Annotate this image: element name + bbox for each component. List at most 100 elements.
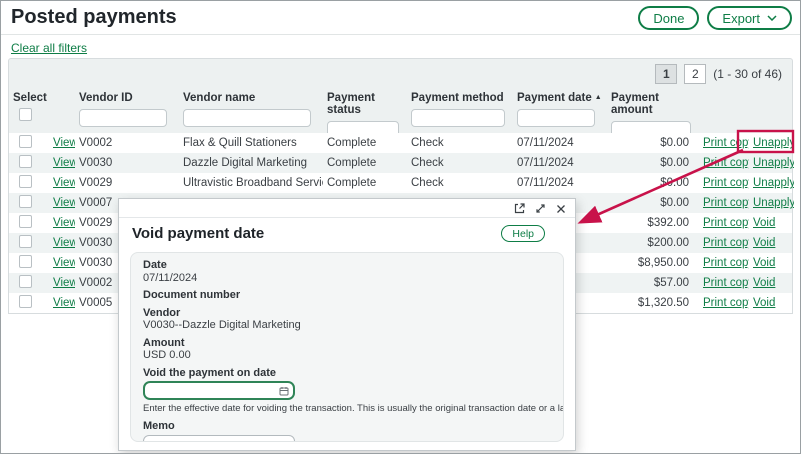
print-copy-link-cell: Print copy <box>699 297 749 309</box>
vendor-value: V0030--Dazzle Digital Marketing <box>143 319 551 332</box>
vendor-id: V0029 <box>79 177 112 189</box>
view-link[interactable]: View <box>53 297 75 309</box>
row-action-link-cell: Unapply <box>749 157 794 169</box>
print-copy-link[interactable]: Print copy <box>703 237 749 249</box>
print-copy-link-cell: Print copy <box>699 137 749 149</box>
close-icon[interactable] <box>556 204 566 214</box>
payment-amount-cell: $0.00 <box>607 177 699 189</box>
void-payment-date-dialog: Void payment date Help Date 07/11/2024 D… <box>118 198 576 451</box>
view-link[interactable]: View <box>53 237 75 249</box>
row-checkbox[interactable] <box>19 215 32 228</box>
document-number-label: Document number <box>143 289 551 302</box>
row-action-link[interactable]: Void <box>753 297 775 309</box>
view-link[interactable]: View <box>53 177 75 189</box>
row-action-link[interactable]: Unapply <box>753 177 794 189</box>
calendar-icon[interactable] <box>279 386 289 396</box>
print-copy-link-cell: Print copy <box>699 277 749 289</box>
row-select-cell <box>9 235 49 251</box>
row-checkbox[interactable] <box>19 295 32 308</box>
vendor-id-cell: V0029 <box>75 177 179 189</box>
view-link[interactable]: View <box>53 137 75 149</box>
print-copy-link[interactable]: Print copy <box>703 217 749 229</box>
table-row: ViewV0002Flax & Quill Stationers Complete… <box>9 133 792 153</box>
print-copy-link[interactable]: Print copy <box>703 197 749 209</box>
date-value: 07/11/2024 <box>143 272 551 285</box>
vendor-id-cell: V0002 <box>75 137 179 149</box>
clear-all-filters-link[interactable]: Clear all filters <box>11 41 87 55</box>
payment-amount-column-label: Payment amount <box>611 92 659 116</box>
page-1-button[interactable]: 1 <box>655 64 677 84</box>
print-copy-link[interactable]: Print copy <box>703 157 749 169</box>
vendor-id-filter-input[interactable] <box>79 109 167 127</box>
void-date-field: Void the payment on date Enter the effec… <box>143 367 551 416</box>
view-link-cell: View <box>49 217 75 229</box>
row-checkbox[interactable] <box>19 195 32 208</box>
row-checkbox[interactable] <box>19 155 32 168</box>
payment-amount-cell: $8,950.00 <box>607 257 699 269</box>
payment-status: Complete <box>327 177 376 189</box>
done-button[interactable]: Done <box>638 6 699 30</box>
vendor-name-filter-input[interactable] <box>183 109 311 127</box>
row-action-link[interactable]: Void <box>753 237 775 249</box>
print-copy-link-cell: Print copy <box>699 157 749 169</box>
chevron-down-icon <box>767 15 777 21</box>
payment-date-filter-input[interactable] <box>517 109 595 127</box>
row-action-link[interactable]: Unapply <box>753 197 794 209</box>
payment-status-cell: Complete <box>323 157 407 169</box>
row-action-link-cell: Void <box>749 217 794 229</box>
print-copy-link[interactable]: Print copy <box>703 137 749 149</box>
maximize-icon[interactable] <box>535 203 546 214</box>
view-link[interactable]: View <box>53 277 75 289</box>
payment-date-cell: 07/11/2024 <box>513 137 607 149</box>
row-action-link[interactable]: Void <box>753 257 775 269</box>
payment-date-column-label: Payment date <box>517 92 592 104</box>
row-action-link[interactable]: Unapply <box>753 137 794 149</box>
payment-amount-cell: $0.00 <box>607 137 699 149</box>
row-checkbox[interactable] <box>19 255 32 268</box>
row-action-link[interactable]: Void <box>753 217 775 229</box>
payment-amount: $0.00 <box>660 177 689 189</box>
popout-icon[interactable] <box>514 203 525 214</box>
print-copy-link[interactable]: Print copy <box>703 297 749 309</box>
payment-amount: $57.00 <box>654 277 689 289</box>
payment-method-filter-input[interactable] <box>411 109 505 127</box>
payment-amount: $392.00 <box>647 217 689 229</box>
row-action-link[interactable]: Void <box>753 277 775 289</box>
print-copy-link[interactable]: Print copy <box>703 257 749 269</box>
print-copy-link[interactable]: Print copy <box>703 177 749 189</box>
vendor-name-column-label: Vendor name <box>183 92 255 104</box>
vendor-name-cell: Flax & Quill Stationers <box>179 137 323 149</box>
payment-status: Complete <box>327 137 376 149</box>
row-action-link-cell: Void <box>749 237 794 249</box>
row-action-link[interactable]: Unapply <box>753 157 794 169</box>
row-checkbox[interactable] <box>19 175 32 188</box>
column-payment-date[interactable]: Payment date▲ <box>513 90 607 139</box>
view-link[interactable]: View <box>53 157 75 169</box>
view-link[interactable]: View <box>53 217 75 229</box>
row-select-cell <box>9 275 49 291</box>
select-all-checkbox[interactable] <box>19 108 32 121</box>
export-button[interactable]: Export <box>707 6 792 30</box>
row-action-link-cell: Unapply <box>749 197 794 209</box>
view-link[interactable]: View <box>53 197 75 209</box>
view-link-cell: View <box>49 297 75 309</box>
help-button[interactable]: Help <box>501 225 545 242</box>
view-link[interactable]: View <box>53 257 75 269</box>
page-2-button[interactable]: 2 <box>684 64 706 84</box>
vendor-label: Vendor <box>143 307 551 320</box>
void-date-input[interactable] <box>143 381 295 400</box>
column-print-copy <box>699 90 749 139</box>
payment-amount: $0.00 <box>660 137 689 149</box>
payment-date: 07/11/2024 <box>517 137 574 149</box>
payment-date: 07/11/2024 <box>517 177 574 189</box>
print-copy-link-cell: Print copy <box>699 177 749 189</box>
print-copy-link[interactable]: Print copy <box>703 277 749 289</box>
payment-amount-cell: $392.00 <box>607 217 699 229</box>
memo-input[interactable] <box>143 435 295 443</box>
row-select-cell <box>9 195 49 211</box>
row-checkbox[interactable] <box>19 235 32 248</box>
memo-label: Memo <box>143 420 551 433</box>
row-checkbox[interactable] <box>19 275 32 288</box>
print-copy-link-cell: Print copy <box>699 257 749 269</box>
row-checkbox[interactable] <box>19 135 32 148</box>
